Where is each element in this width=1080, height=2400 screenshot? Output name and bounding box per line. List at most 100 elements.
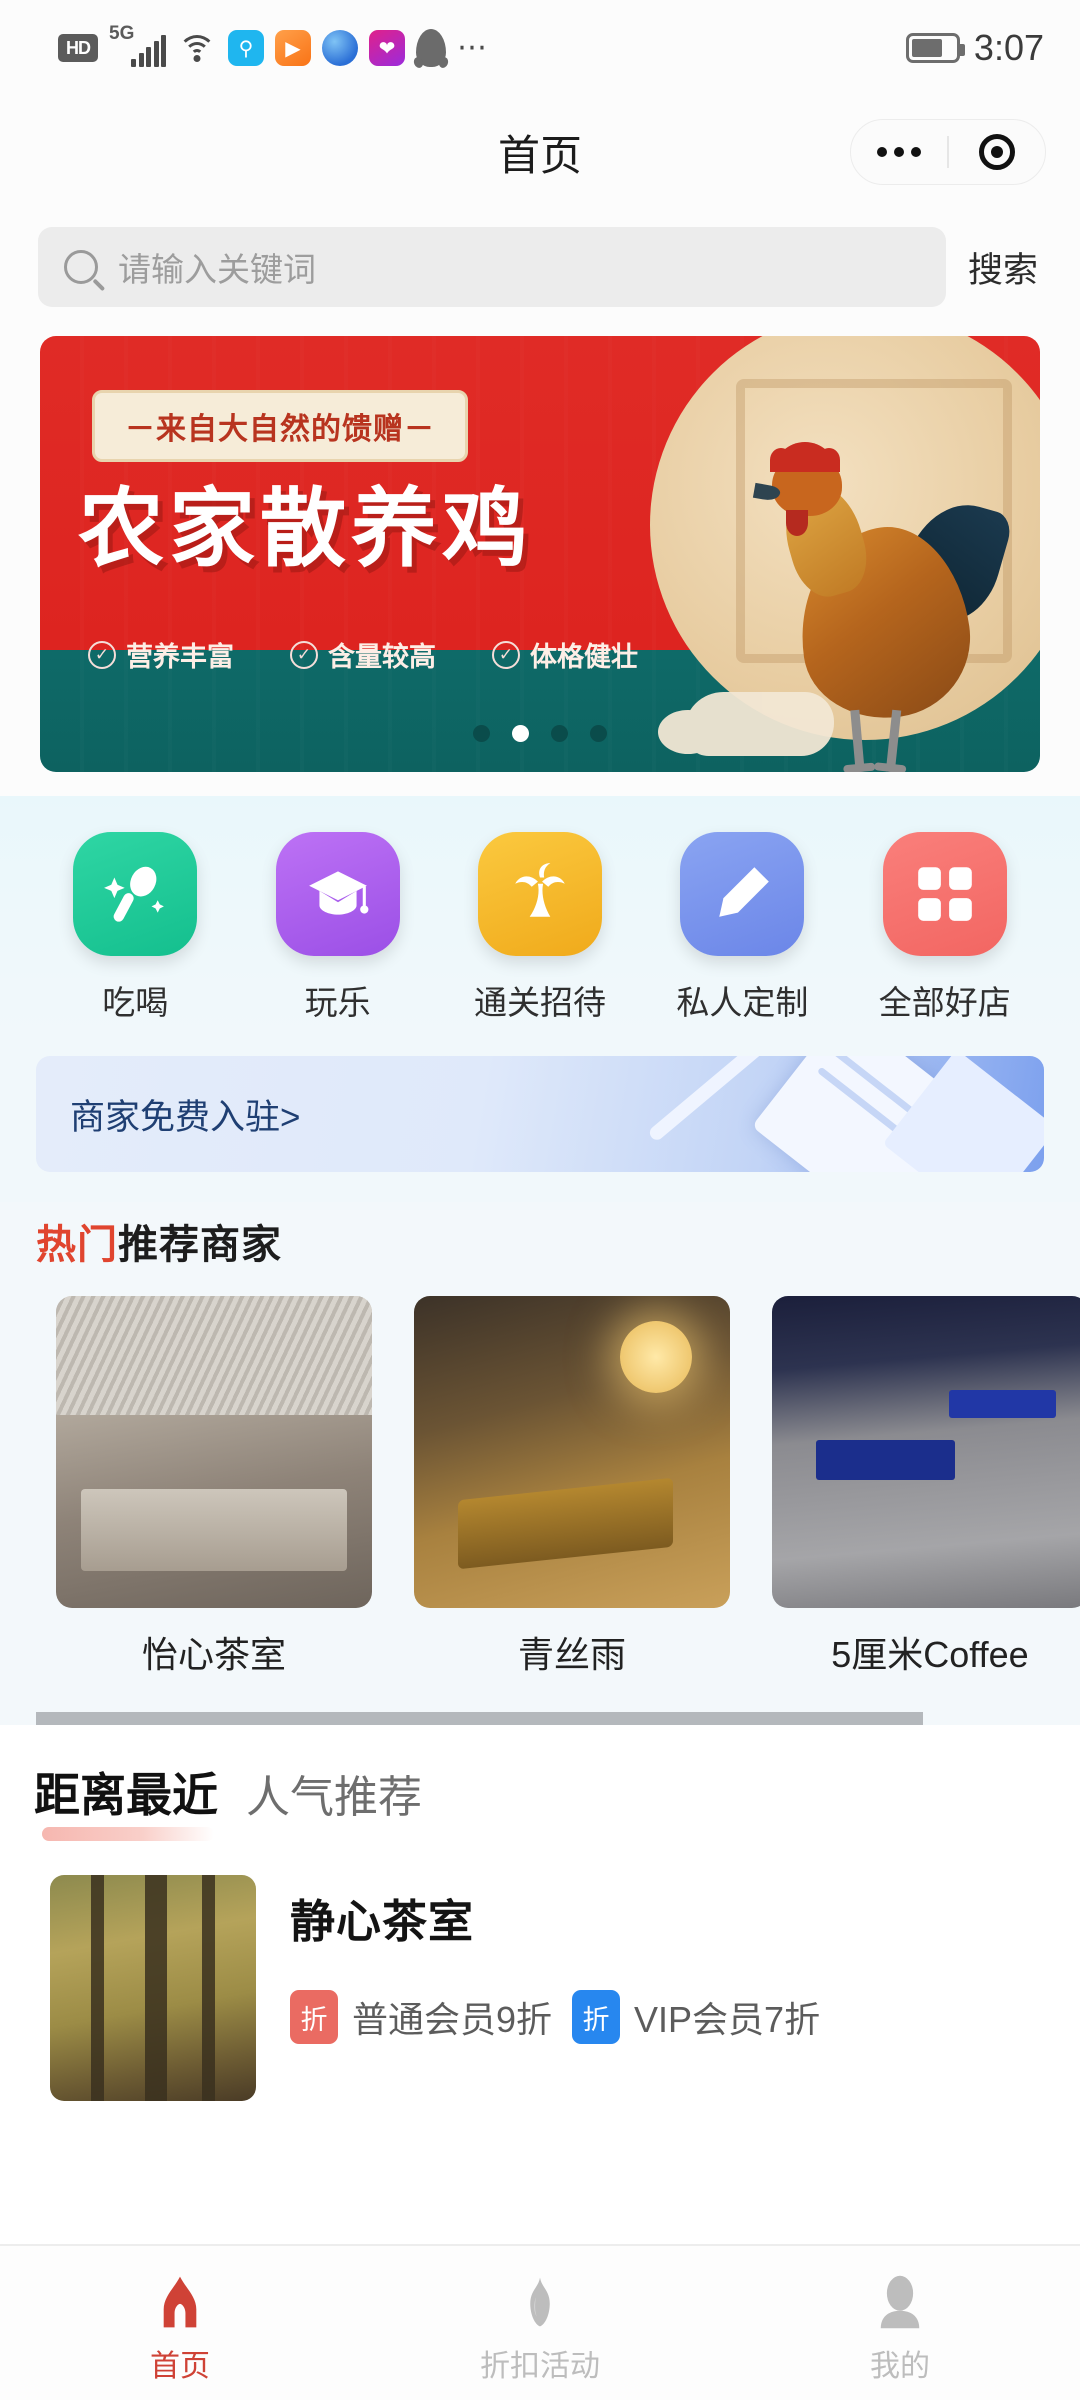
check-circle-icon: ✓ [88, 640, 116, 669]
nav-header: 首页 [0, 96, 1080, 208]
shop-thumbnail [414, 1296, 730, 1608]
shop-card[interactable]: 5厘米Coffee [772, 1296, 1080, 1678]
bottom-tab-bar: 首页 折扣活动 我的 [0, 2244, 1080, 2400]
banner-feature: ✓ 体格健壮 [492, 635, 638, 674]
heart-app-icon: ❤ [369, 30, 405, 66]
tab-popular[interactable]: 人气推荐 [246, 1761, 422, 1841]
banner-subtitle: －来自大自然的馈赠－ [125, 412, 435, 447]
category-label: 私人定制 [676, 984, 809, 1021]
signal-bars-icon: 5G [109, 23, 166, 67]
nearby-section: 距离最近 人气推荐 静心茶室 折 普通会员9折 折 VIP会员7折 [0, 1725, 1080, 2244]
carousel-scrollbar[interactable] [36, 1712, 1044, 1725]
merchant-join-section: 商家免费入驻> [0, 1034, 1080, 1202]
spoon-icon [73, 832, 198, 956]
banner-title: 农家散养鸡 [78, 479, 533, 579]
hot-shops-title-highlight: 热门 [36, 1223, 118, 1267]
search-input-wrapper[interactable]: 请输入关键词 [38, 227, 946, 307]
app-screen: HD 5G ⚲ ▶ ❤ ⋯ 3:07 首页 请输入关键词 搜索 －来自大自然的馈… [0, 0, 1080, 2400]
search-bar: 请输入关键词 搜索 [0, 208, 1080, 326]
tab-label: 人气推荐 [246, 1773, 422, 1822]
shop-card[interactable]: 怡心茶室 [56, 1296, 372, 1678]
category-item-custom[interactable]: 私人定制 [654, 832, 830, 1024]
banner-dot-indicators[interactable] [473, 725, 607, 742]
shop-name: 青丝雨 [517, 1634, 626, 1675]
category-item-hospitality[interactable]: 通关招待 [452, 832, 628, 1024]
merchant-join-banner[interactable]: 商家免费入驻> [36, 1056, 1044, 1172]
list-item[interactable]: 静心茶室 折 普通会员9折 折 VIP会员7折 [0, 1841, 1080, 2101]
shop-card[interactable]: 青丝雨 [414, 1296, 730, 1678]
category-grid: 吃喝 玩乐 通关招待 私人定制 全部好店 [0, 832, 1080, 1024]
hd-badge-icon: HD [58, 34, 98, 62]
discount-badge-vip: 折 VIP会员7折 [572, 1990, 820, 2044]
banner-dot[interactable] [590, 725, 607, 742]
palm-tree-icon [477, 832, 602, 956]
more-dots-icon [877, 147, 922, 157]
home-icon [151, 2269, 209, 2331]
check-circle-icon: ✓ [290, 640, 318, 669]
capsule-menu-button[interactable] [851, 120, 947, 184]
banner-dot[interactable] [551, 725, 568, 742]
search-app-icon: ⚲ [228, 30, 264, 66]
banner-feature-label: 体格健壮 [530, 642, 638, 672]
category-label: 吃喝 [102, 984, 169, 1021]
carousel-scrollbar-thumb[interactable] [36, 1712, 924, 1725]
miniprogram-capsule[interactable] [850, 119, 1046, 185]
banner-feature-label: 营养丰富 [126, 642, 234, 672]
tab-nearest[interactable]: 距离最近 [34, 1759, 218, 1841]
rooster-wattle [786, 510, 808, 536]
category-section: 吃喝 玩乐 通关招待 私人定制 全部好店 [0, 796, 1080, 1034]
discount-badge-label: 普通会员9折 [352, 1999, 553, 2040]
signal-bars [131, 35, 166, 67]
page-title: 首页 [497, 131, 582, 179]
banner-dot-active[interactable] [512, 725, 529, 742]
category-label: 全部好店 [878, 984, 1011, 1021]
nearby-tabs: 距离最近 人气推荐 [0, 1759, 1080, 1841]
search-button[interactable]: 搜索 [968, 242, 1044, 293]
banner-feature-list: ✓ 营养丰富 ✓ 含量较高 ✓ 体格健壮 [88, 635, 638, 674]
browser-app-icon [322, 30, 358, 66]
banner-feature: ✓ 含量较高 [290, 635, 436, 674]
rooster-leg-right [850, 709, 865, 772]
shop-thumbnail [56, 1296, 372, 1608]
battery-icon [905, 33, 965, 63]
tabbar-item-profile[interactable]: 我的 [720, 2246, 1080, 2400]
rooster-leg-left [885, 709, 902, 772]
category-item-play[interactable]: 玩乐 [250, 832, 426, 1024]
rooster-illustration [746, 442, 1015, 772]
tabbar-label: 我的 [870, 2350, 930, 2383]
tab-label: 距离最近 [34, 1769, 218, 1821]
banner-carousel[interactable]: －来自大自然的馈赠－ 农家散养鸡 ✓ 营养丰富 ✓ 含量较高 ✓ 体格健壮 [0, 326, 1080, 796]
rooster-comb [770, 442, 840, 472]
discount-mark-icon: 折 [572, 1990, 621, 2044]
person-icon [872, 2269, 928, 2331]
hot-shops-carousel[interactable]: 怡心茶室 青丝雨 5厘米Coffee [0, 1270, 1080, 1678]
search-input[interactable]: 请输入关键词 [118, 243, 316, 291]
tabbar-item-home[interactable]: 首页 [0, 2246, 360, 2400]
status-bar-left-icons: HD 5G ⚲ ▶ ❤ ⋯ [58, 23, 489, 67]
list-item-thumbnail [50, 1875, 256, 2101]
discount-badge-label: VIP会员7折 [634, 1999, 821, 2040]
flame-icon [514, 2269, 566, 2331]
tabbar-item-discount[interactable]: 折扣活动 [360, 2246, 720, 2400]
capsule-close-button[interactable] [949, 120, 1045, 184]
status-bar-clock: 3:07 [973, 27, 1044, 68]
banner-subtitle-pill: －来自大自然的馈赠－ [92, 390, 468, 462]
shop-name: 怡心茶室 [141, 1634, 286, 1675]
search-icon [64, 250, 98, 284]
wifi-icon [177, 33, 217, 63]
hot-shops-title-rest: 推荐商家 [118, 1223, 282, 1267]
hot-shops-title: 热门推荐商家 [0, 1212, 1080, 1270]
banner-feature: ✓ 营养丰富 [88, 635, 234, 674]
more-dots-icon: ⋯ [457, 31, 489, 64]
category-label: 玩乐 [304, 984, 371, 1021]
category-label: 通关招待 [473, 984, 606, 1021]
banner-dot[interactable] [473, 725, 490, 742]
banner-slide[interactable]: －来自大自然的馈赠－ 农家散养鸡 ✓ 营养丰富 ✓ 含量较高 ✓ 体格健壮 [40, 336, 1040, 772]
discount-mark-icon: 折 [290, 1990, 338, 2044]
status-bar-right: 3:07 [905, 27, 1044, 69]
graduation-cap-icon [275, 832, 400, 956]
video-app-icon: ▶ [275, 30, 311, 66]
category-item-eat[interactable]: 吃喝 [47, 832, 223, 1024]
category-item-all-shops[interactable]: 全部好店 [857, 832, 1033, 1024]
shop-thumbnail [772, 1296, 1080, 1608]
